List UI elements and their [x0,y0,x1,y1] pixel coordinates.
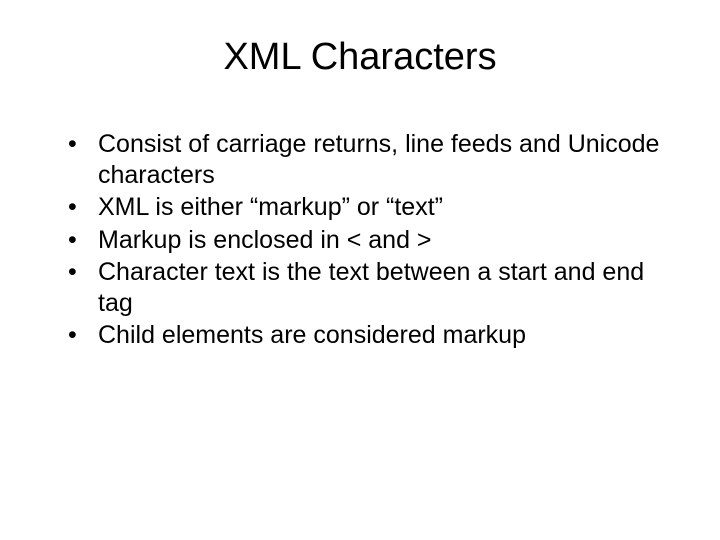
slide-title: XML Characters [40,36,680,79]
list-item: XML is either “markup” or “text” [68,192,680,223]
list-item: Markup is enclosed in < and > [68,225,680,256]
bullet-list: Consist of carriage returns, line feeds … [40,129,680,351]
list-item: Consist of carriage returns, line feeds … [68,129,680,190]
slide: XML Characters Consist of carriage retur… [0,0,720,540]
list-item: Child elements are considered markup [68,320,680,351]
list-item: Character text is the text between a sta… [68,257,680,318]
